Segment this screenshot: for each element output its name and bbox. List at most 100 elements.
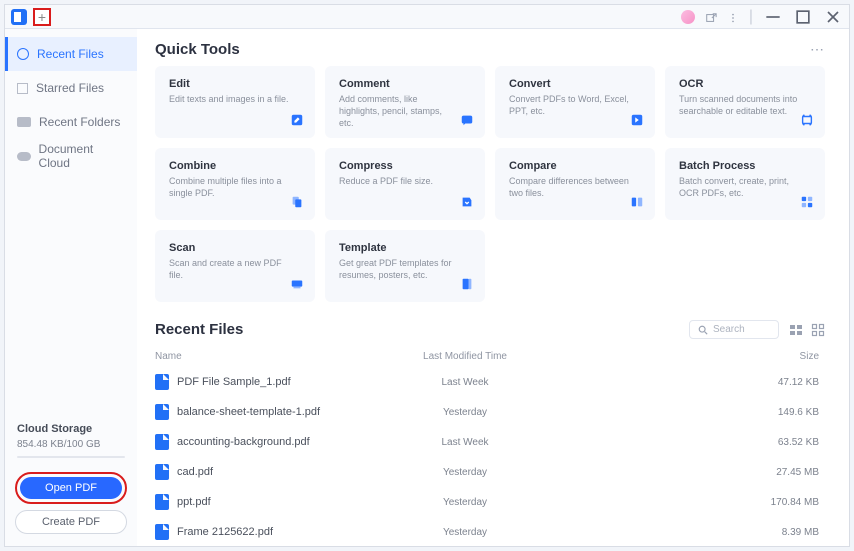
tool-title: Compress [339,160,471,172]
file-row[interactable]: PDF File Sample_1.pdf Last Week47.12 KB [155,367,825,397]
tool-title: OCR [679,78,811,90]
tool-title: Combine [169,160,301,172]
file-size: 8.39 MB [555,527,825,538]
file-row[interactable]: balance-sheet-template-1.pdfYesterday149… [155,397,825,427]
search-icon [698,325,708,335]
minimize-button[interactable] [763,10,783,24]
file-list: PDF File Sample_1.pdfLast Week47.12 KBba… [155,367,825,546]
tool-icon [629,112,645,128]
maximize-button[interactable] [793,10,813,24]
tool-desc: Combine multiple files into a single PDF… [169,175,289,199]
sidebar-item-starred-files[interactable]: Starred Files [5,71,137,105]
file-modified: Yesterday [375,467,555,478]
tool-desc: Compare differences between two files. [509,175,629,199]
file-name: balance-sheet-template-1.pdf [177,406,320,418]
tool-card-ocr[interactable]: OCR Turn scanned documents into searchabl… [665,66,825,138]
tool-card-compare[interactable]: Compare Compare differences between two f… [495,148,655,220]
file-modified: Yesterday [375,497,555,508]
tool-icon [459,276,475,292]
sidebar: Recent Files Starred Files Recent Folder… [5,29,137,546]
tool-desc: Edit texts and images in a file. [169,93,289,105]
tool-icon [289,112,305,128]
search-input[interactable]: Search [689,320,779,339]
file-modified: Last Week [375,437,555,448]
file-list-header: Name Last Modified Time Size [155,347,825,367]
open-pdf-button[interactable]: Open PDF [20,477,122,499]
file-size: 63.52 KB [555,437,825,448]
file-name: ppt.pdf [177,496,211,508]
tool-card-batch-process[interactable]: Batch Process Batch convert, create, prin… [665,148,825,220]
cloud-icon [17,152,31,161]
tool-icon [629,194,645,210]
sidebar-item-label: Recent Files [37,47,104,61]
tool-desc: Get great PDF templates for resumes, pos… [339,257,459,281]
user-avatar[interactable] [681,10,695,24]
sidebar-item-label: Recent Folders [39,115,120,129]
kebab-menu-icon[interactable] [727,11,739,23]
file-row[interactable]: ppt.pdfYesterday170.84 MB [155,487,825,517]
app-window: + | Recent Files [4,4,850,547]
tool-card-convert[interactable]: ConvertConvert PDFs to Word, Excel, PPT,… [495,66,655,138]
file-name: PDF File Sample_1.pdf [177,376,291,388]
tool-card-edit[interactable]: EditEdit texts and images in a file. [155,66,315,138]
sidebar-item-recent-folders[interactable]: Recent Folders [5,105,137,139]
sidebar-item-recent-files[interactable]: Recent Files [5,37,137,71]
titlebar: + | [5,5,849,29]
tool-icon [459,194,475,210]
file-modified: Yesterday [375,407,555,418]
tool-icon [799,112,815,128]
app-logo-icon [11,9,27,25]
view-list-icon[interactable] [789,323,803,337]
pdf-file-icon [155,464,169,480]
tool-desc: Batch convert, create, print, OCR PDFs, … [679,175,799,199]
sidebar-item-label: Document Cloud [39,142,125,170]
tool-card-template[interactable]: TemplateGet great PDF templates for resu… [325,230,485,302]
star-icon [17,83,28,94]
col-name: Name [155,351,375,362]
clock-icon [17,48,29,60]
file-name: accounting-background.pdf [177,436,310,448]
tool-title: Batch Process [679,160,811,172]
cloud-storage-title: Cloud Storage [17,423,125,435]
file-size: 47.12 KB [555,377,825,388]
tool-card-combine[interactable]: Combine Combine multiple files into a sin… [155,148,315,220]
tool-desc: Turn scanned documents into searchable o… [679,93,799,117]
quick-tools-grid: EditEdit texts and images in a file.Comm… [155,66,825,302]
quick-tools-more-icon[interactable]: ⋯ [810,41,825,58]
quick-tools-title: Quick Tools [155,41,240,58]
tool-title: Scan [169,242,301,254]
tool-desc: Convert PDFs to Word, Excel, PPT, etc. [509,93,629,117]
file-size: 27.45 MB [555,467,825,478]
new-tab-button[interactable]: + [33,8,51,26]
pdf-file-icon [155,404,169,420]
share-icon[interactable] [705,11,717,23]
file-row[interactable]: cad.pdfYesterday27.45 MB [155,457,825,487]
tool-title: Compare [509,160,641,172]
create-pdf-button[interactable]: Create PDF [15,510,127,534]
col-modified: Last Modified Time [375,351,555,362]
tool-icon [289,194,305,210]
main-panel: Quick Tools ⋯ EditEdit texts and images … [137,29,849,546]
close-button[interactable] [823,10,843,24]
pdf-file-icon [155,494,169,510]
file-row[interactable]: accounting-background.pdf Last Week63.52 … [155,427,825,457]
file-row[interactable]: Frame 2125622.pdf Yesterday8.39 MB [155,517,825,546]
sidebar-item-document-cloud[interactable]: Document Cloud [5,139,137,173]
cloud-storage-usage: 854.48 KB/100 GB [17,439,125,450]
file-modified: Last Week [375,377,555,388]
recent-files-title: Recent Files [155,321,243,338]
file-name: Frame 2125622.pdf [177,526,273,538]
tool-card-compress[interactable]: Compress Reduce a PDF file size. [325,148,485,220]
tool-icon [799,194,815,210]
tool-card-comment[interactable]: CommentAdd comments, like highlights, pe… [325,66,485,138]
pdf-file-icon [155,374,169,390]
file-modified: Yesterday [375,527,555,538]
sidebar-item-label: Starred Files [36,81,104,95]
tool-desc: Reduce a PDF file size. [339,175,459,187]
tool-card-scan[interactable]: ScanScan and create a new PDF file. [155,230,315,302]
view-grid-icon[interactable] [811,323,825,337]
tool-icon [289,276,305,292]
folder-icon [17,117,31,127]
col-size: Size [555,351,825,362]
cloud-storage-bar [17,456,125,458]
